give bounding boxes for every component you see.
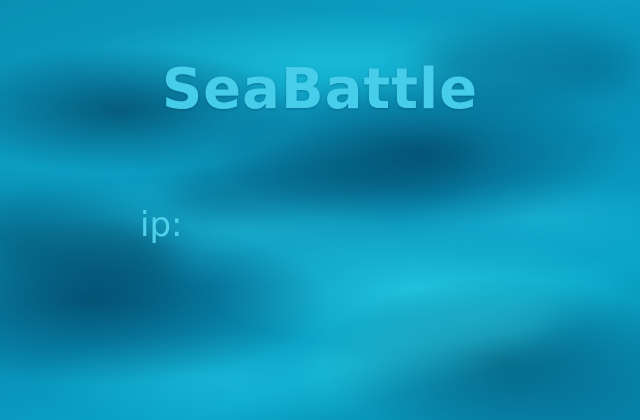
ip-input[interactable]: [190, 205, 491, 245]
game-title: SeaBattle: [161, 57, 479, 122]
wave-highlight: [297, 293, 563, 397]
ip-label: ip:: [140, 205, 183, 245]
sea-background: SeaBattle ip:: [0, 0, 640, 420]
ip-row: ip:: [140, 200, 491, 250]
